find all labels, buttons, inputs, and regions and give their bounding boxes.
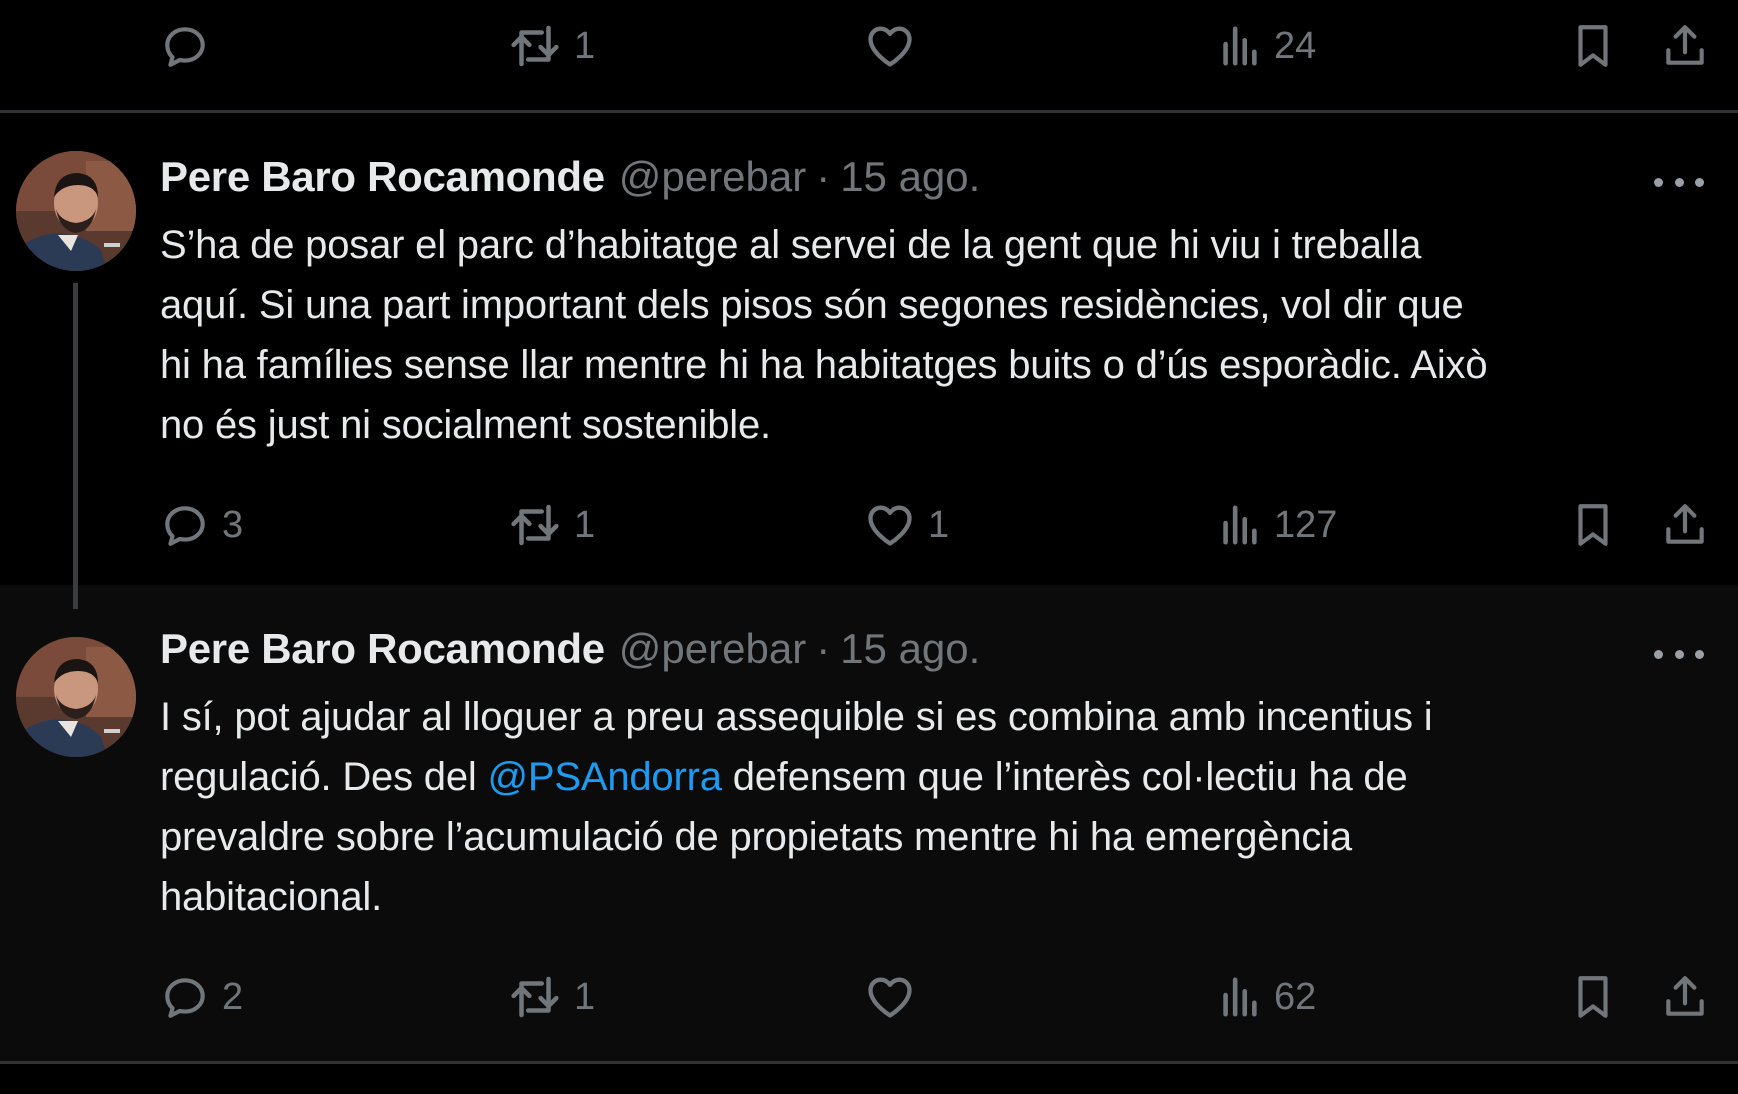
share-button[interactable]: [1660, 967, 1710, 1027]
tweet-header: Pere Baro Rocamonde @perebar · 15 ago.: [160, 153, 980, 209]
tweet-text-line: hi ha famílies sense llar mentre hi ha h…: [160, 343, 1488, 387]
text-segment: defensem que l’interès col·lectiu ha de: [721, 755, 1408, 799]
divider: [0, 1061, 1738, 1064]
views-button[interactable]: 24: [1216, 16, 1316, 76]
views-icon: [1216, 23, 1262, 69]
like-button[interactable]: [864, 16, 928, 76]
bookmark-button[interactable]: [1568, 495, 1618, 555]
tweet-text-line: S’ha de posar el parc d’habitatge al ser…: [160, 223, 1422, 267]
tweet-header: Pere Baro Rocamonde @perebar · 15 ago.: [160, 625, 980, 681]
more-options-button[interactable]: [1654, 644, 1704, 664]
tweet-text-line: regulació. Des del @PSAndorra defensem q…: [160, 747, 1720, 807]
avatar-photo: [16, 151, 136, 271]
avatar[interactable]: [16, 151, 136, 271]
user-handle[interactable]: @perebar: [619, 625, 806, 673]
previous-tweet-actions: 1 24: [0, 0, 1738, 112]
reply-icon: [160, 21, 210, 71]
bookmark-icon: [1568, 20, 1618, 72]
more-icon-dot: [1674, 177, 1684, 187]
views-count: 62: [1274, 975, 1317, 1018]
reply-button[interactable]: [160, 16, 222, 76]
avatar[interactable]: [16, 637, 136, 757]
repost-icon: [508, 498, 562, 552]
like-button[interactable]: 1: [864, 495, 949, 555]
repost-icon: [508, 19, 562, 73]
repost-count: 1: [574, 24, 596, 67]
bookmark-icon: [1568, 971, 1618, 1023]
tweet-actions: 3 1 1 127: [0, 495, 1738, 555]
like-icon: [864, 20, 916, 72]
share-button[interactable]: [1660, 16, 1710, 76]
views-icon: [1216, 502, 1262, 548]
reply-icon: [160, 500, 210, 550]
thread-line: [73, 585, 78, 609]
tweet-text-line: I sí, pot ajudar al lloguer a preu asseq…: [160, 695, 1433, 739]
more-icon-dot: [1674, 649, 1684, 659]
share-button[interactable]: [1660, 495, 1710, 555]
text-segment: regulació. Des del: [160, 755, 488, 799]
bookmark-icon: [1568, 499, 1618, 551]
more-icon-dot: [1695, 177, 1704, 187]
divider: [0, 110, 1738, 113]
share-icon: [1660, 20, 1710, 72]
reply-count: 2: [222, 975, 244, 1018]
views-count: 24: [1274, 24, 1317, 67]
reply-button[interactable]: 2: [160, 967, 243, 1027]
views-count: 127: [1274, 503, 1338, 546]
tweet-text-line: aquí. Si una part important dels pisos s…: [160, 283, 1464, 327]
tweet-date[interactable]: 15 ago.: [840, 625, 980, 673]
bookmark-button[interactable]: [1568, 16, 1618, 76]
like-count: 1: [928, 503, 950, 546]
tweet-text-line: no és just ni socialment sostenible.: [160, 403, 771, 447]
repost-count: 1: [574, 503, 596, 546]
reply-button[interactable]: 3: [160, 495, 243, 555]
bookmark-button[interactable]: [1568, 967, 1618, 1027]
avatar-photo: [16, 637, 136, 757]
repost-button[interactable]: 1: [508, 16, 595, 76]
tweet-actions: 2 1 62: [0, 967, 1738, 1027]
more-icon-dot: [1695, 649, 1704, 659]
tweet-text: I sí, pot ajudar al lloguer a preu asseq…: [160, 687, 1720, 927]
like-icon: [864, 499, 916, 551]
like-icon: [864, 971, 916, 1023]
share-icon: [1660, 971, 1710, 1023]
views-button[interactable]: 127: [1216, 495, 1337, 555]
more-icon: [1654, 177, 1663, 187]
reply-count: 3: [222, 503, 244, 546]
user-handle[interactable]: @perebar: [619, 153, 806, 201]
tweet-text-line: habitacional.: [160, 875, 383, 919]
share-icon: [1660, 499, 1710, 551]
repost-count: 1: [574, 975, 596, 1018]
separator: ·: [816, 153, 831, 200]
display-name[interactable]: Pere Baro Rocamonde: [160, 153, 605, 201]
tweet[interactable]: Pere Baro Rocamonde @perebar · 15 ago. S…: [0, 115, 1738, 585]
repost-icon: [508, 970, 562, 1024]
more-icon: [1654, 649, 1663, 659]
views-button[interactable]: 62: [1216, 967, 1316, 1027]
tweet-text-line: prevaldre sobre l’acumulació de propieta…: [160, 815, 1352, 859]
repost-button[interactable]: 1: [508, 967, 595, 1027]
mention-link[interactable]: @PSAndorra: [488, 755, 722, 799]
more-options-button[interactable]: [1654, 172, 1704, 192]
display-name[interactable]: Pere Baro Rocamonde: [160, 625, 605, 673]
repost-button[interactable]: 1: [508, 495, 595, 555]
views-icon: [1216, 974, 1262, 1020]
reply-icon: [160, 972, 210, 1022]
tweet[interactable]: Pere Baro Rocamonde @perebar · 15 ago. I…: [0, 585, 1738, 1061]
separator: ·: [816, 625, 831, 672]
like-button[interactable]: [864, 967, 928, 1027]
tweet-text: S’ha de posar el parc d’habitatge al ser…: [160, 215, 1720, 455]
tweet-date[interactable]: 15 ago.: [840, 153, 980, 201]
